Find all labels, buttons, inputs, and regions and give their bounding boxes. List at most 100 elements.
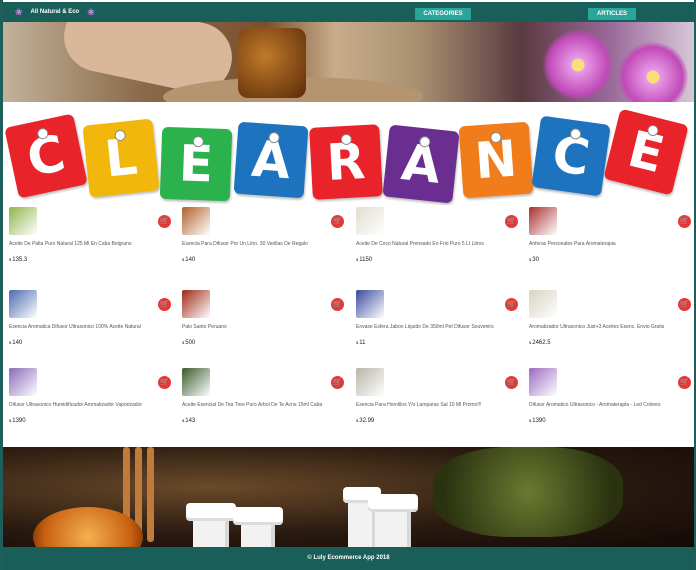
cart-icon[interactable]: 🛒 bbox=[331, 376, 344, 389]
currency-symbol: $ bbox=[182, 257, 185, 262]
clearance-tag: L bbox=[82, 118, 160, 198]
product-thumbnail[interactable] bbox=[529, 207, 557, 235]
product-title[interactable]: Esencia Para Difusor Por Un Litro. 30 Va… bbox=[182, 241, 342, 247]
cinnamon-stick-shape bbox=[147, 447, 154, 542]
price-value: 30 bbox=[532, 257, 539, 263]
product-title[interactable]: Esencia Para Hornillos Y/o Lamparas Sal … bbox=[356, 402, 516, 408]
currency-symbol: $ bbox=[356, 418, 359, 423]
product-thumbnail[interactable] bbox=[356, 368, 384, 396]
clearance-tag: C bbox=[4, 113, 88, 199]
product-card[interactable]: 🛒 Esencia Para Hornillos Y/o Lamparas Sal… bbox=[352, 366, 524, 444]
product-title[interactable]: Difusor Ultrasonico Humidificador Aromat… bbox=[9, 402, 169, 408]
product-thumbnail[interactable] bbox=[9, 207, 37, 235]
clearance-banner: CLEARANCE bbox=[3, 102, 694, 205]
product-card[interactable]: 🛒 Aceite De Coco Natural Prensado En Frio… bbox=[352, 205, 524, 283]
cloth-shape bbox=[433, 447, 623, 537]
product-title[interactable]: Envase Esfera Jabon Liquido De 350ml Pet… bbox=[356, 324, 516, 330]
product-title[interactable]: Aceite De Palta Puro Natural 125 Ml En C… bbox=[9, 241, 169, 247]
product-card[interactable]: 🛒 Esencia Para Difusor Por Un Litro. 30 V… bbox=[178, 205, 350, 283]
product-title[interactable]: Difusor Aromatico Ultrasonico - Aromater… bbox=[529, 402, 689, 408]
currency-symbol: $ bbox=[9, 257, 12, 262]
price-value: 135.3 bbox=[12, 257, 28, 263]
product-price: $30 bbox=[529, 257, 539, 263]
product-price: $1150 bbox=[356, 257, 372, 263]
currency-symbol: $ bbox=[529, 257, 532, 262]
product-price: $1390 bbox=[9, 418, 26, 424]
product-thumbnail[interactable] bbox=[356, 207, 384, 235]
clearance-tag: C bbox=[531, 115, 611, 197]
product-title[interactable]: Anforas Personales Para Aromaterapia bbox=[529, 241, 689, 247]
currency-symbol: $ bbox=[529, 340, 532, 345]
product-thumbnail[interactable] bbox=[9, 290, 37, 318]
brand[interactable]: ❀ All Natural & Eco ❀ bbox=[15, 7, 95, 17]
product-title[interactable]: Esencia Aromatica Difusor Ultrasonico 10… bbox=[9, 324, 169, 330]
currency-symbol: $ bbox=[182, 418, 185, 423]
product-title[interactable]: Aromatizador Ultrasonico Just+3 Aceites … bbox=[529, 324, 689, 330]
cart-icon[interactable]: 🛒 bbox=[158, 376, 171, 389]
categories-button[interactable]: CATEGORIES bbox=[415, 8, 471, 20]
cart-icon[interactable]: 🛒 bbox=[505, 215, 518, 228]
currency-symbol: $ bbox=[356, 340, 359, 345]
vial-cap-shape bbox=[186, 503, 236, 521]
cart-icon[interactable]: 🛒 bbox=[678, 215, 691, 228]
cart-icon[interactable]: 🛒 bbox=[331, 215, 344, 228]
product-thumbnail[interactable] bbox=[9, 368, 37, 396]
oil-bottle-shape bbox=[238, 28, 306, 98]
articles-button[interactable]: ARTICLES bbox=[588, 8, 636, 20]
product-title[interactable]: Palo Santo Peruano bbox=[182, 324, 342, 330]
product-thumbnail[interactable] bbox=[356, 290, 384, 318]
currency-symbol: $ bbox=[9, 340, 12, 345]
flower-shape bbox=[618, 42, 688, 102]
product-card[interactable]: 🛒 Aceite Esencial De Tea Tree Puro Árbol … bbox=[178, 366, 350, 444]
product-price: $500 bbox=[182, 340, 195, 346]
vial-cap-shape bbox=[368, 494, 418, 512]
price-value: 140 bbox=[12, 340, 23, 346]
cart-icon[interactable]: 🛒 bbox=[678, 298, 691, 311]
price-value: 500 bbox=[185, 340, 196, 346]
cart-icon[interactable]: 🛒 bbox=[505, 298, 518, 311]
cart-icon[interactable]: 🛒 bbox=[331, 298, 344, 311]
top-navbar: ❀ All Natural & Eco ❀ CATEGORIES ARTICLE… bbox=[3, 2, 694, 22]
product-price: $140 bbox=[9, 340, 22, 346]
product-thumbnail[interactable] bbox=[529, 368, 557, 396]
price-value: 140 bbox=[185, 257, 196, 263]
product-card[interactable]: 🛒 Anforas Personales Para Aromaterapia $30 bbox=[525, 205, 696, 283]
product-grid: 🛒 Aceite De Palta Puro Natural 125 Ml En … bbox=[3, 205, 694, 447]
price-value: 1390 bbox=[12, 418, 26, 424]
clearance-tag: A bbox=[233, 121, 309, 199]
price-value: 1150 bbox=[359, 257, 373, 263]
product-card[interactable]: 🛒 Esencia Aromatica Difusor Ultrasonico 1… bbox=[5, 288, 177, 366]
product-title[interactable]: Aceite De Coco Natural Prensado En Frio … bbox=[356, 241, 516, 247]
product-card[interactable]: 🛒 Palo Santo Peruano $500 bbox=[178, 288, 350, 366]
product-thumbnail[interactable] bbox=[529, 290, 557, 318]
price-value: 32.99 bbox=[359, 418, 375, 424]
vial-shape bbox=[375, 509, 411, 547]
product-title[interactable]: Aceite Esencial De Tea Tree Puro Árbol D… bbox=[182, 402, 342, 408]
currency-symbol: $ bbox=[356, 257, 359, 262]
vial-shape bbox=[241, 522, 275, 547]
product-card[interactable]: 🛒 Aceite De Palta Puro Natural 125 Ml En … bbox=[5, 205, 177, 283]
cart-icon[interactable]: 🛒 bbox=[158, 298, 171, 311]
product-price: $32.99 bbox=[356, 418, 374, 424]
price-value: 143 bbox=[185, 418, 196, 424]
cart-icon[interactable]: 🛒 bbox=[505, 376, 518, 389]
product-card[interactable]: 🛒 Difusor Aromatico Ultrasonico - Aromate… bbox=[525, 366, 696, 444]
vial-cap-shape bbox=[233, 507, 283, 525]
product-price: $143 bbox=[182, 418, 195, 424]
aromatherapy-image bbox=[3, 447, 694, 547]
product-thumbnail[interactable] bbox=[182, 207, 210, 235]
product-price: $2462.5 bbox=[529, 340, 551, 346]
clearance-tag: E bbox=[603, 108, 689, 196]
clearance-tag: E bbox=[159, 126, 233, 202]
product-price: $11 bbox=[356, 340, 365, 346]
product-thumbnail[interactable] bbox=[182, 368, 210, 396]
currency-symbol: $ bbox=[182, 340, 185, 345]
product-card[interactable]: 🛒 Envase Esfera Jabon Liquido De 350ml Pe… bbox=[352, 288, 524, 366]
clearance-tag: A bbox=[382, 124, 460, 204]
product-card[interactable]: 🛒 Aromatizador Ultrasonico Just+3 Aceites… bbox=[525, 288, 696, 366]
cart-icon[interactable]: 🛒 bbox=[678, 376, 691, 389]
brand-name: All Natural & Eco bbox=[30, 9, 80, 15]
product-card[interactable]: 🛒 Difusor Ultrasonico Humidificador Aroma… bbox=[5, 366, 177, 444]
cart-icon[interactable]: 🛒 bbox=[158, 215, 171, 228]
product-thumbnail[interactable] bbox=[182, 290, 210, 318]
